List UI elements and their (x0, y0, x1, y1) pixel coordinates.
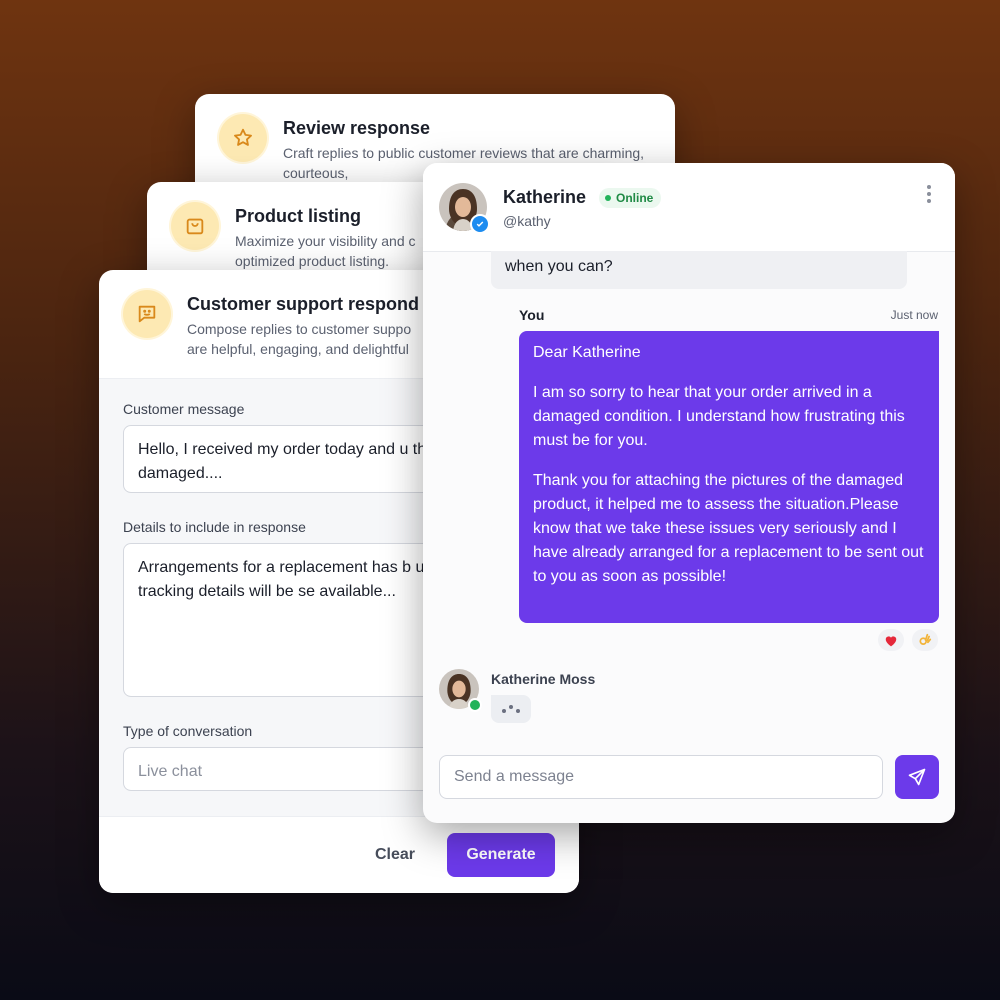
reactions (870, 629, 938, 651)
status-badge: Online (599, 188, 662, 208)
message-paragraph: I am so sorry to hear that your order ar… (533, 384, 905, 449)
template-title: Review response (283, 118, 431, 138)
form-footer: Clear Generate (99, 816, 579, 893)
typing-indicator (491, 695, 531, 723)
send-icon (908, 768, 926, 786)
clear-button[interactable]: Clear (369, 833, 421, 877)
contact-name: Katherine (503, 187, 587, 207)
ok-hand-reaction-icon[interactable] (912, 629, 938, 651)
more-options-icon[interactable] (925, 185, 933, 205)
contact-handle: @kathy (503, 213, 551, 229)
verified-badge-icon (470, 214, 490, 234)
sent-message-bubble: Dear Katherine I am so sorry to hear tha… (519, 331, 939, 623)
send-button[interactable] (895, 755, 939, 799)
shopping-bag-icon (171, 202, 219, 250)
chat-window: Katherine Online @kathy when you can? Yo… (423, 163, 955, 823)
sender-label: You (519, 307, 545, 323)
message-paragraph: Thank you for attaching the pictures of … (533, 472, 924, 585)
template-title: Customer support respond (187, 294, 420, 314)
template-description: Compose replies to customer suppo are he… (187, 321, 412, 357)
message-input[interactable] (439, 755, 883, 799)
template-description: Maximize your visibility and c optimized… (235, 233, 416, 269)
chat-smile-icon (123, 290, 171, 338)
message-timestamp: Just now (890, 308, 938, 322)
online-dot-icon (605, 195, 611, 201)
heart-reaction-icon[interactable] (878, 629, 904, 651)
star-icon (219, 114, 267, 162)
typing-user-name: Katherine Moss (491, 671, 596, 687)
template-title: Product listing (235, 206, 361, 226)
previous-message: when you can? (491, 251, 907, 289)
online-indicator-icon (468, 698, 482, 712)
status-text: Online (616, 191, 654, 205)
generate-button[interactable]: Generate (447, 833, 555, 877)
message-paragraph: Dear Katherine (533, 344, 641, 361)
chat-header: Katherine Online @kathy (423, 163, 955, 252)
